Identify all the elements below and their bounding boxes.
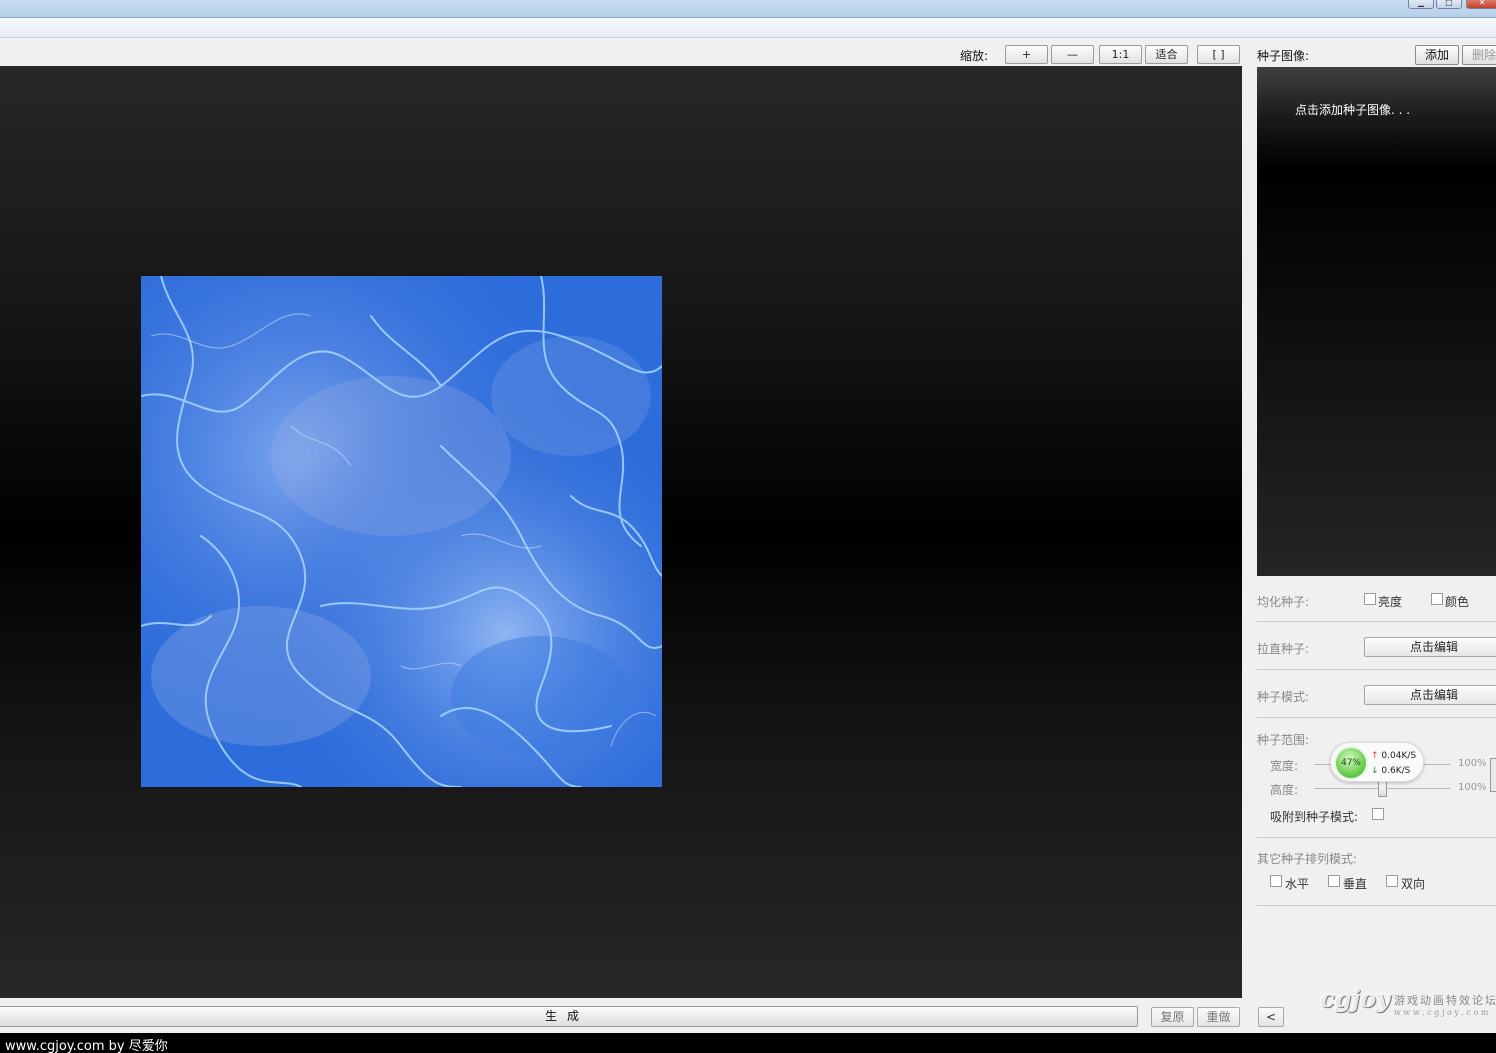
seed-panel: 种子图像: 添加 删除 点击添加种子图像. . . 均化种子: 亮度 颜色 拉直… [1242, 38, 1496, 998]
divider [1257, 837, 1496, 838]
divider [1257, 669, 1496, 670]
collapse-panel-button[interactable]: < [1258, 1007, 1284, 1027]
fullscreen-button[interactable]: [ ] [1197, 45, 1240, 64]
maximize-icon[interactable]: □ [1436, 0, 1462, 9]
cgjoy-logo: cgjoy 游戏动画特效论坛 w w w . c g j o y . c o m [1318, 982, 1496, 1022]
logo-tagline: 游戏动画特效论坛 [1394, 994, 1496, 1007]
divider [1257, 905, 1496, 906]
menu-bar [0, 18, 1496, 38]
vertical-label: 垂直 [1343, 877, 1368, 891]
generated-texture-image [141, 276, 662, 787]
logo-url: w w w . c g j o y . c o m [1394, 1008, 1489, 1017]
snap-to-mode-checkbox[interactable] [1372, 808, 1384, 820]
actual-size-button[interactable]: 1:1 [1099, 45, 1142, 64]
undo-button[interactable]: 复原 [1151, 1007, 1194, 1027]
water-texture-graphic [141, 276, 662, 787]
bottom-bar: 生成 复原 重做 < [0, 998, 1496, 1033]
network-usage-gauge: 47% [1334, 746, 1368, 780]
height-value: 100% [1458, 782, 1487, 793]
zoom-label: 缩放: [960, 49, 989, 63]
minimize-icon[interactable]: ▁ [1408, 0, 1434, 9]
straighten-label: 拉直种子: [1257, 642, 1310, 656]
equalize-label: 均化种子: [1257, 595, 1310, 609]
height-slider-thumb[interactable] [1378, 781, 1387, 797]
seed-hint-text: 点击添加种子图像. . . [1295, 103, 1411, 117]
color-checkbox[interactable] [1431, 593, 1443, 605]
divider [1257, 717, 1496, 718]
redo-button[interactable]: 重做 [1197, 1007, 1240, 1027]
seed-mode-edit-button[interactable]: 点击编辑 [1364, 685, 1496, 705]
fit-button[interactable]: 适合 [1145, 45, 1188, 64]
watermark-text: www.cgjoy.com by 尽爱你 [5, 1039, 168, 1053]
generate-button[interactable]: 生成 [0, 1006, 1138, 1027]
vertical-checkbox[interactable] [1328, 875, 1340, 887]
image-canvas[interactable] [0, 66, 1242, 998]
both-checkbox[interactable] [1386, 875, 1398, 887]
download-arrow-icon: ↓ [1371, 766, 1379, 776]
title-bar: ▁ □ ✕ [0, 0, 1496, 18]
close-icon[interactable]: ✕ [1466, 0, 1496, 9]
link-ratio-button[interactable] [1490, 758, 1496, 792]
width-label: 宽度: [1270, 759, 1299, 773]
snap-to-mode-label: 吸附到种子模式: [1270, 810, 1359, 824]
color-label: 颜色 [1445, 595, 1470, 609]
divider [1257, 621, 1496, 622]
upload-rate: ↑ 0.04K/S [1371, 751, 1417, 761]
logo-mark: cgjoy [1320, 984, 1391, 1013]
seed-image-preview[interactable]: 点击添加种子图像. . . [1257, 67, 1496, 576]
other-layout-label: 其它种子排列模式: [1257, 852, 1358, 866]
zoom-toolbar: 缩放: + — 1:1 适合 [ ] [0, 38, 1242, 66]
brightness-checkbox[interactable] [1364, 593, 1376, 605]
app-window: ▁ □ ✕ 缩放: + — 1:1 适合 [ ] 种子图像: 添加 删除 点击添… [0, 0, 1496, 1053]
network-monitor-widget[interactable]: 47% ↑ 0.04K/S ↓ 0.6K/S [1330, 742, 1424, 782]
delete-seed-button[interactable]: 删除 [1462, 45, 1496, 65]
both-label: 双向 [1401, 877, 1426, 891]
seed-image-label: 种子图像: [1257, 49, 1310, 63]
height-label: 高度: [1270, 783, 1299, 797]
watermark-bar: www.cgjoy.com by 尽爱你 [0, 1033, 1496, 1053]
horizontal-label: 水平 [1285, 877, 1310, 891]
brightness-label: 亮度 [1378, 595, 1403, 609]
width-value: 100% [1458, 758, 1487, 769]
horizontal-checkbox[interactable] [1270, 875, 1282, 887]
straighten-edit-button[interactable]: 点击编辑 [1364, 637, 1496, 657]
seed-range-label: 种子范围: [1257, 733, 1310, 747]
add-seed-button[interactable]: 添加 [1415, 45, 1459, 65]
zoom-in-button[interactable]: + [1005, 45, 1048, 64]
seed-mode-label: 种子模式: [1257, 690, 1310, 704]
download-rate: ↓ 0.6K/S [1371, 766, 1411, 776]
upload-arrow-icon: ↑ [1371, 751, 1379, 761]
zoom-out-button[interactable]: — [1051, 45, 1094, 64]
